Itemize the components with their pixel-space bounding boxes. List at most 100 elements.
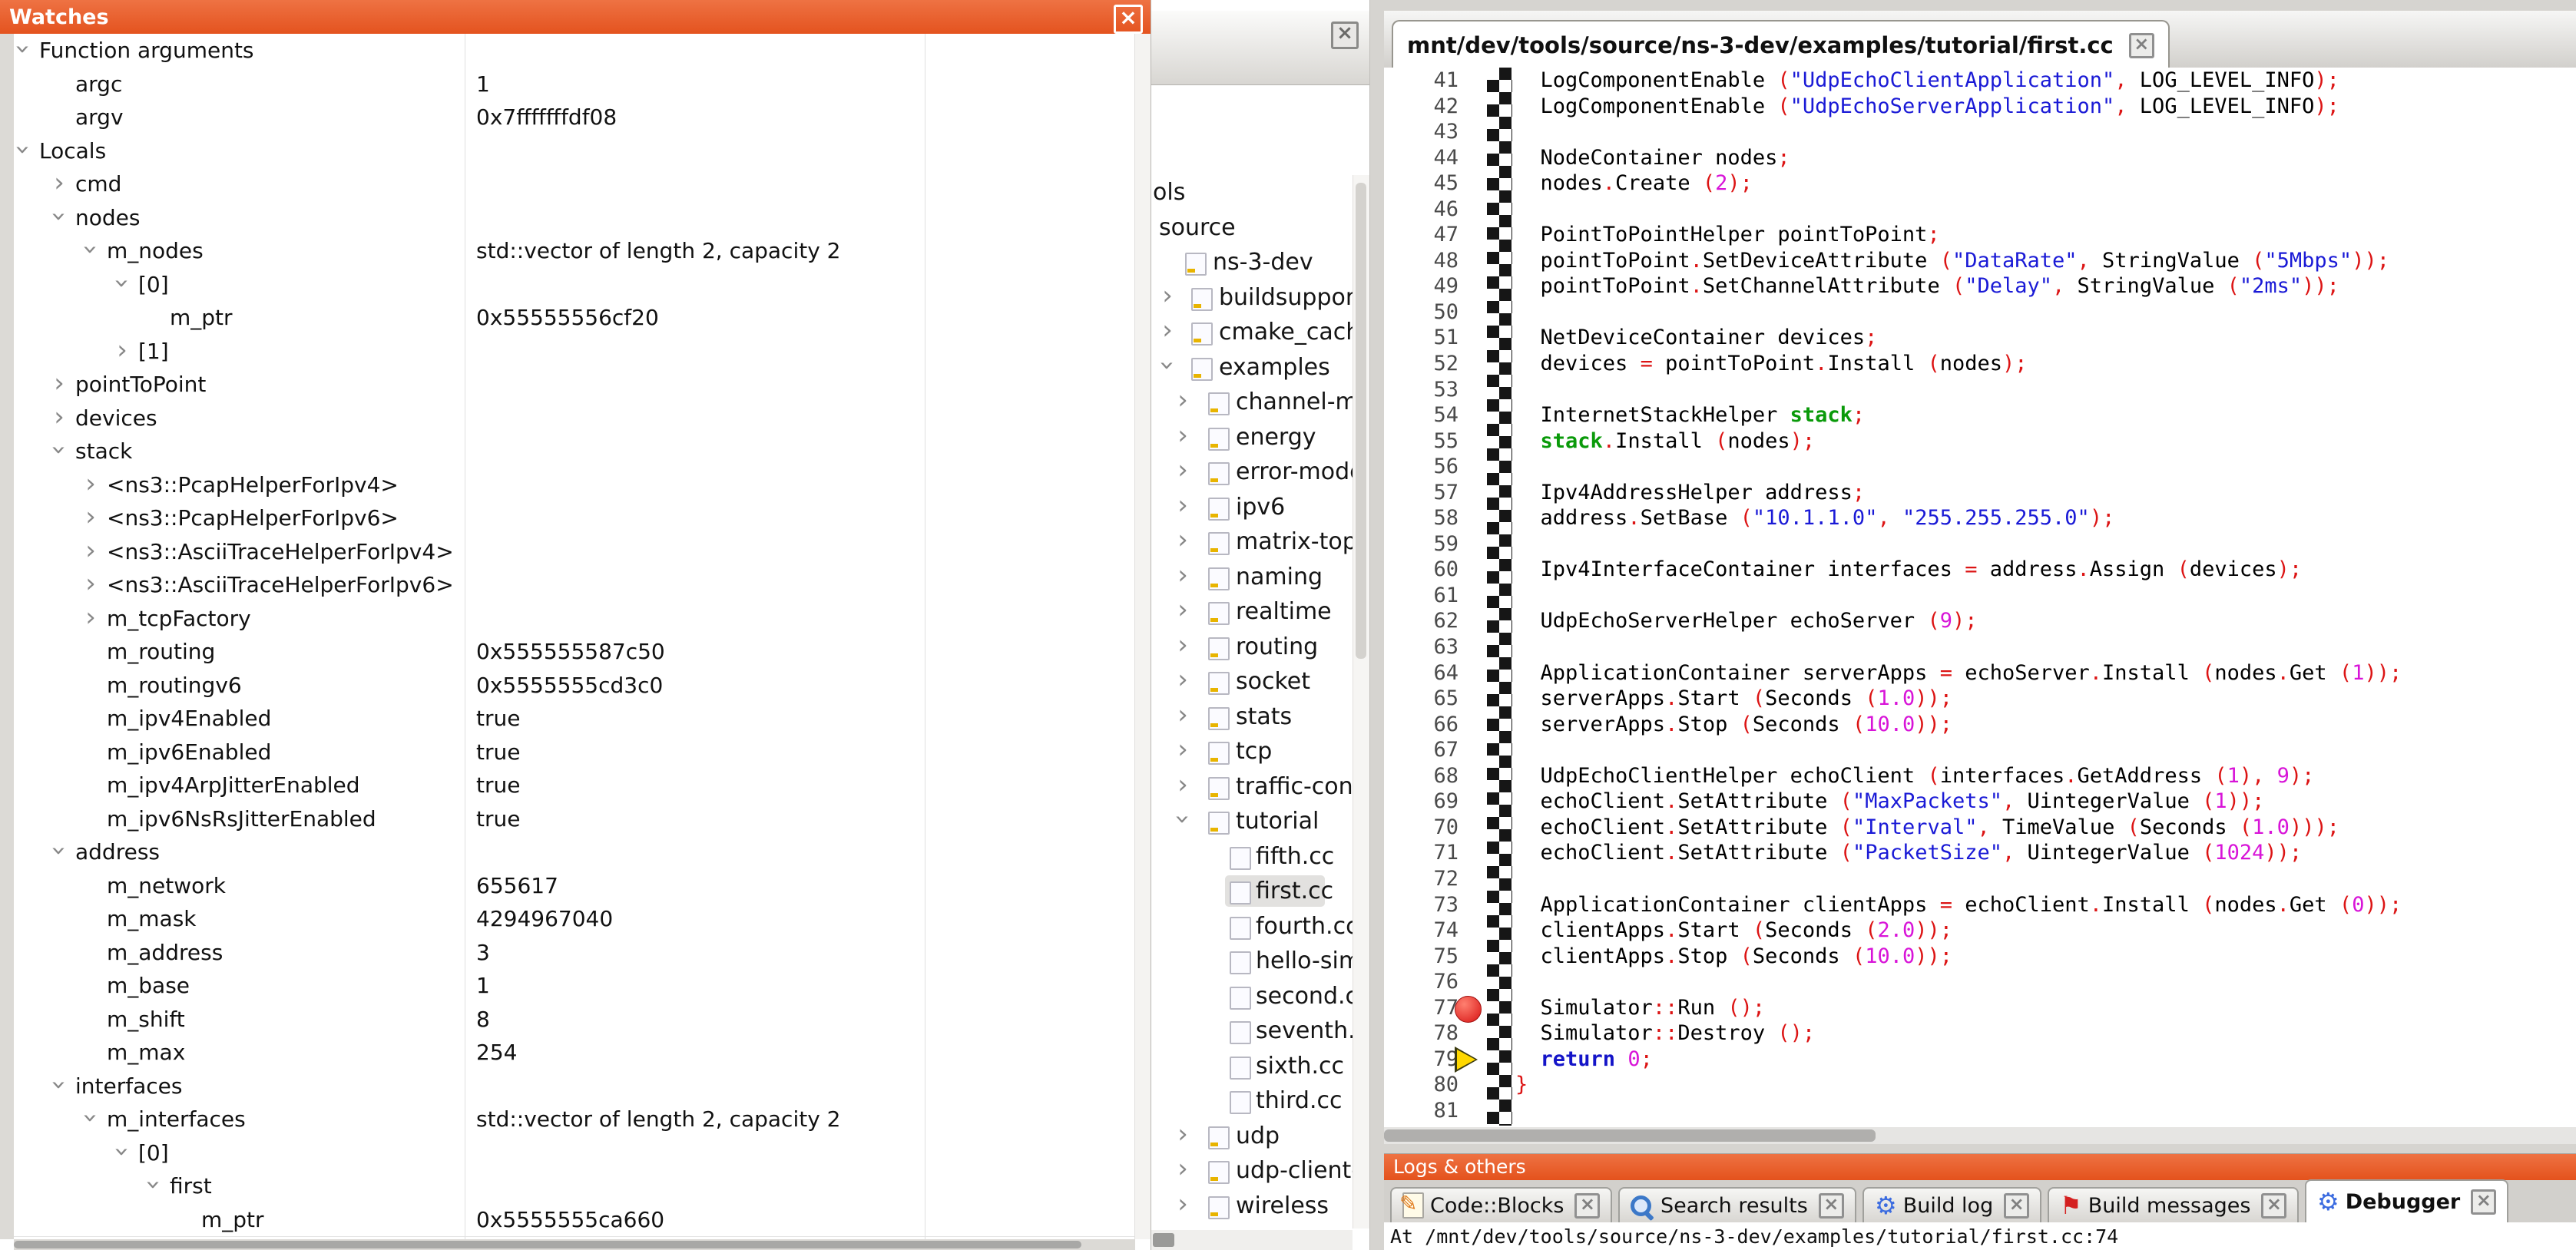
watch-row[interactable]: ›<ns3::AsciiTraceHelperForIpv4> [14,535,1135,570]
watch-row[interactable]: ›Locals [14,134,1135,169]
chevron-right-icon[interactable]: › [1171,385,1194,415]
watch-row[interactable]: ›<ns3::PcapHelperForIpv4> [14,468,1135,503]
tree-item-first-cc[interactable]: first.cc [1151,874,1353,909]
line-number[interactable]: 66 [1384,712,1459,737]
tree-item-ipv6[interactable]: ›ipv6 [1151,490,1353,525]
editor-horizontal-scrollbar[interactable] [1384,1127,2576,1144]
line-number[interactable]: 43 [1384,119,1459,144]
line-number[interactable]: 68 [1384,763,1459,789]
tab-code-blocks[interactable]: Code::Blocks× [1390,1187,1612,1222]
tab-build-log[interactable]: ⚙Build log× [1862,1187,2041,1222]
chevron-down-icon[interactable]: › [107,272,137,295]
code-line[interactable]: 50 [1384,299,2576,326]
tree-item-buildsupport[interactable]: ›buildsupport [1151,280,1353,316]
code-line[interactable]: 44 NodeContainer nodes; [1384,145,2576,171]
code-line[interactable]: 78 Simulator::Destroy (); [1384,1020,2576,1047]
tree-item-udp[interactable]: ›udp [1151,1119,1353,1154]
chevron-right-icon[interactable]: › [48,167,71,198]
code-line[interactable]: 72 [1384,866,2576,892]
code-line[interactable]: 71 echoClient.SetAttribute ("PacketSize"… [1384,840,2576,866]
line-number[interactable]: 45 [1384,170,1459,196]
line-number[interactable]: 67 [1384,737,1459,762]
tree-item-ns-3-dev[interactable]: ns-3-dev [1151,245,1353,280]
tree-item-source[interactable]: source [1151,210,1353,246]
line-number[interactable]: 55 [1384,428,1459,454]
tree-item-fourth-cc[interactable]: fourth.cc [1151,909,1353,944]
watch-row[interactable]: ›<ns3::AsciiTraceHelperForIpv6> [14,568,1135,603]
tree-item-ols[interactable]: ols [1151,175,1353,210]
code-line[interactable]: 51 NetDeviceContainer devices; [1384,325,2576,351]
chevron-right-icon[interactable]: › [1171,664,1194,695]
tree-item-channel-mod[interactable]: ›channel-mod [1151,385,1353,420]
close-icon[interactable]: × [2004,1193,2029,1219]
line-number[interactable]: 41 [1384,68,1459,93]
close-icon[interactable]: × [2471,1189,2496,1215]
line-number[interactable]: 79 [1384,1047,1459,1072]
code-line[interactable]: 66 serverApps.Stop (Seconds (10.0)); [1384,712,2576,738]
tree-item-cmake-cache[interactable]: ›cmake_cache [1151,315,1353,350]
line-number[interactable]: 76 [1384,969,1459,994]
code-line[interactable]: 75 clientApps.Stop (Seconds (10.0)); [1384,944,2576,970]
code-line[interactable]: 56 [1384,454,2576,480]
chevron-down-icon[interactable]: › [44,205,74,228]
watch-row[interactable]: m_base1 [14,969,1135,1004]
chevron-right-icon[interactable]: › [1171,1153,1194,1184]
chevron-right-icon[interactable]: › [1171,734,1194,765]
line-number[interactable]: 73 [1384,892,1459,918]
code-line[interactable]: 68 UdpEchoClientHelper echoClient (inter… [1384,763,2576,789]
code-line[interactable]: 43 [1384,119,2576,145]
chevron-right-icon[interactable]: › [1156,280,1179,311]
chevron-right-icon[interactable]: › [79,501,102,532]
line-number[interactable]: 57 [1384,480,1459,505]
watch-row[interactable]: m_ptr0x55555556cf20 [14,301,1135,336]
line-number[interactable]: 44 [1384,145,1459,170]
code-line[interactable]: 74 clientApps.Start (Seconds (2.0)); [1384,918,2576,944]
watch-row[interactable]: m_network655617 [14,869,1135,904]
watch-row[interactable]: ›nodes [14,201,1135,236]
tab-debugger[interactable]: ⚙Debugger× [2305,1179,2508,1222]
chevron-right-icon[interactable]: › [1171,420,1194,451]
code-line[interactable]: 60 Ipv4InterfaceContainer interfaces = a… [1384,557,2576,583]
code-line[interactable]: 73 ApplicationContainer clientApps = ech… [1384,892,2576,918]
line-number[interactable]: 70 [1384,815,1459,840]
code-line[interactable]: 64 ApplicationContainer serverApps = ech… [1384,660,2576,686]
chevron-down-icon[interactable]: › [107,1140,137,1163]
close-icon[interactable]: × [1114,5,1143,34]
chevron-down-icon[interactable]: › [138,1173,169,1196]
code-line[interactable]: 54 InternetStackHelper stack; [1384,402,2576,428]
watch-row[interactable]: ›cmd [14,167,1135,202]
tree-item-error-model[interactable]: ›error-model [1151,455,1353,490]
watch-row[interactable]: ›m_nodesstd::vector of length 2, capacit… [14,234,1135,269]
tree-item-sixth-cc[interactable]: sixth.cc [1151,1049,1353,1084]
watch-row[interactable]: m_max254 [14,1036,1135,1070]
chevron-down-icon[interactable]: › [44,438,74,461]
code-line[interactable]: 46 [1384,197,2576,223]
tab-search-results[interactable]: Search results× [1618,1187,1856,1222]
watch-row[interactable]: ›[0] [14,1136,1135,1171]
chevron-right-icon[interactable]: › [1171,490,1194,521]
line-number[interactable]: 69 [1384,789,1459,814]
code-line[interactable]: 76 [1384,969,2576,995]
line-number[interactable]: 54 [1384,402,1459,428]
watch-row[interactable]: m_mask4294967040 [14,902,1135,937]
code-line[interactable]: 53 [1384,377,2576,403]
code-area[interactable]: 41 LogComponentEnable ("UdpEchoClientApp… [1384,68,2576,1127]
line-number[interactable]: 81 [1384,1098,1459,1123]
watch-row[interactable]: ›m_interfacesstd::vector of length 2, ca… [14,1103,1135,1137]
watch-row[interactable]: ›address [14,835,1135,870]
watch-row[interactable]: ›<ns3::PcapHelperForIpv6> [14,501,1135,536]
line-number[interactable]: 75 [1384,944,1459,969]
watches-vertical-scrollbar[interactable] [1134,34,1151,1239]
code-line[interactable]: 69 echoClient.SetAttribute ("MaxPackets"… [1384,789,2576,815]
code-line[interactable]: 61 [1384,583,2576,609]
chevron-down-icon[interactable]: › [14,38,38,61]
line-number[interactable]: 63 [1384,634,1459,660]
chevron-right-icon[interactable]: › [79,602,102,633]
code-line[interactable]: 47 PointToPointHelper pointToPoint; [1384,222,2576,248]
tree-item-third-cc[interactable]: third.cc [1151,1083,1353,1119]
scrollbar-thumb[interactable] [14,1241,1081,1248]
chevron-right-icon[interactable]: › [1171,524,1194,555]
line-number[interactable]: 48 [1384,248,1459,273]
logs-titlebar[interactable]: Logs & others [1384,1154,2576,1180]
line-number[interactable]: 77 [1384,995,1459,1020]
